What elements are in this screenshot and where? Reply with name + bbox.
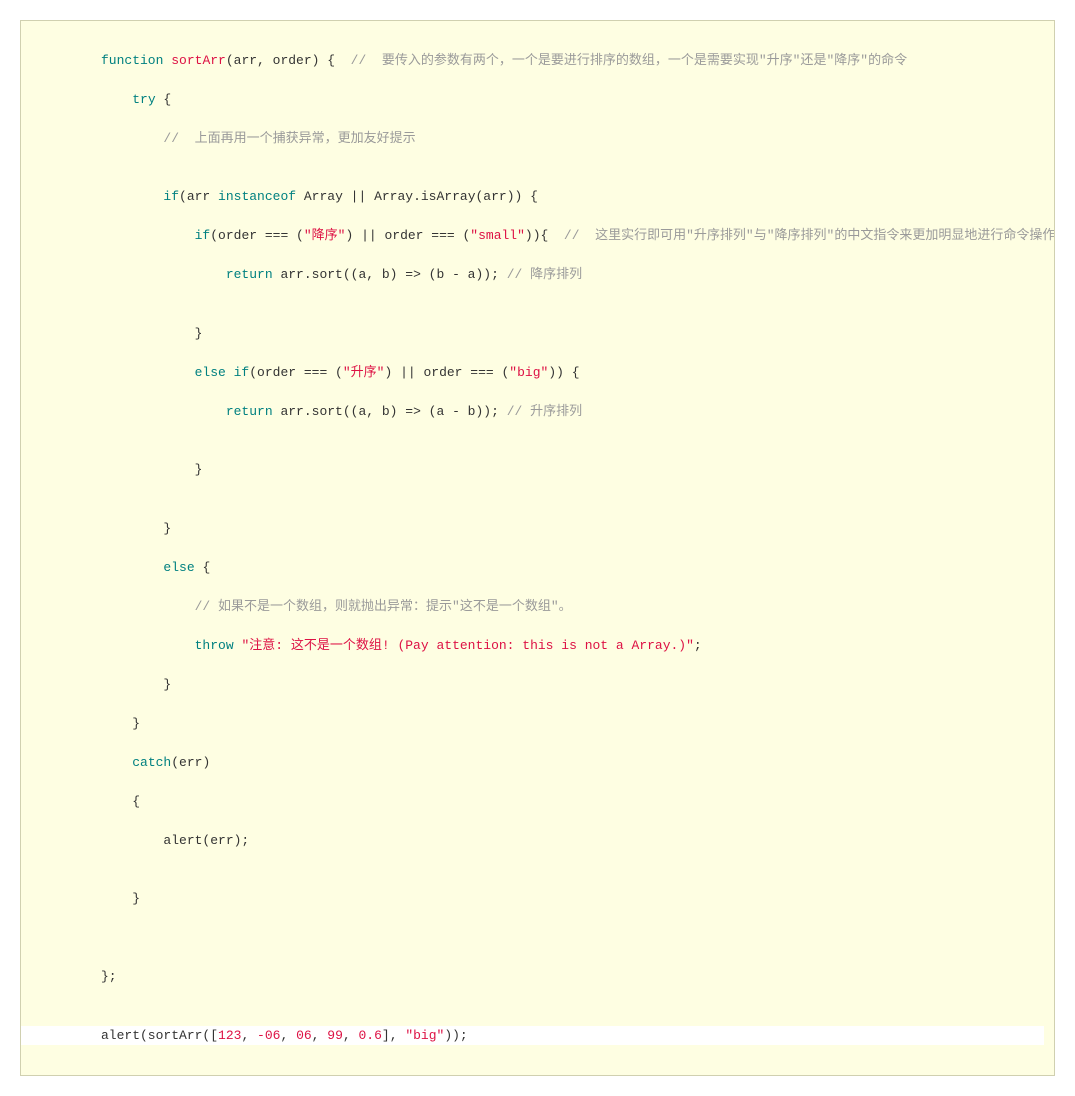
code-line: }	[21, 714, 1044, 734]
code-block: function sortArr(arr, order) { // 要传入的参数…	[20, 20, 1055, 1076]
code-line: catch(err)	[21, 753, 1044, 773]
code-line: else {	[21, 558, 1044, 578]
code-line: try {	[21, 90, 1044, 110]
code-line: {	[21, 792, 1044, 812]
code-line: }	[21, 675, 1044, 695]
code-line: if(arr instanceof Array || Array.isArray…	[21, 187, 1044, 207]
code-line-active: alert(sortArr([123, -06, 06, 99, 0.6], "…	[21, 1026, 1044, 1046]
code-line: throw "注意: 这不是一个数组! (Pay attention: this…	[21, 636, 1044, 656]
code-line: }	[21, 519, 1044, 539]
code-line: }	[21, 324, 1044, 344]
code-line: }	[21, 889, 1044, 909]
code-line: function sortArr(arr, order) { // 要传入的参数…	[21, 51, 1044, 71]
code-line: // 上面再用一个捕获异常，更加友好提示	[21, 129, 1044, 149]
code-line: return arr.sort((a, b) => (a - b)); // 升…	[21, 402, 1044, 422]
code-line: return arr.sort((a, b) => (b - a)); // 降…	[21, 265, 1044, 285]
code-line: else if(order === ("升序") || order === ("…	[21, 363, 1044, 383]
code-line: // 如果不是一个数组，则就抛出异常：提示"这不是一个数组"。	[21, 597, 1044, 617]
code-line: if(order === ("降序") || order === ("small…	[21, 226, 1044, 246]
code-line: alert(err);	[21, 831, 1044, 851]
code-line: }	[21, 460, 1044, 480]
code-line: };	[21, 967, 1044, 987]
